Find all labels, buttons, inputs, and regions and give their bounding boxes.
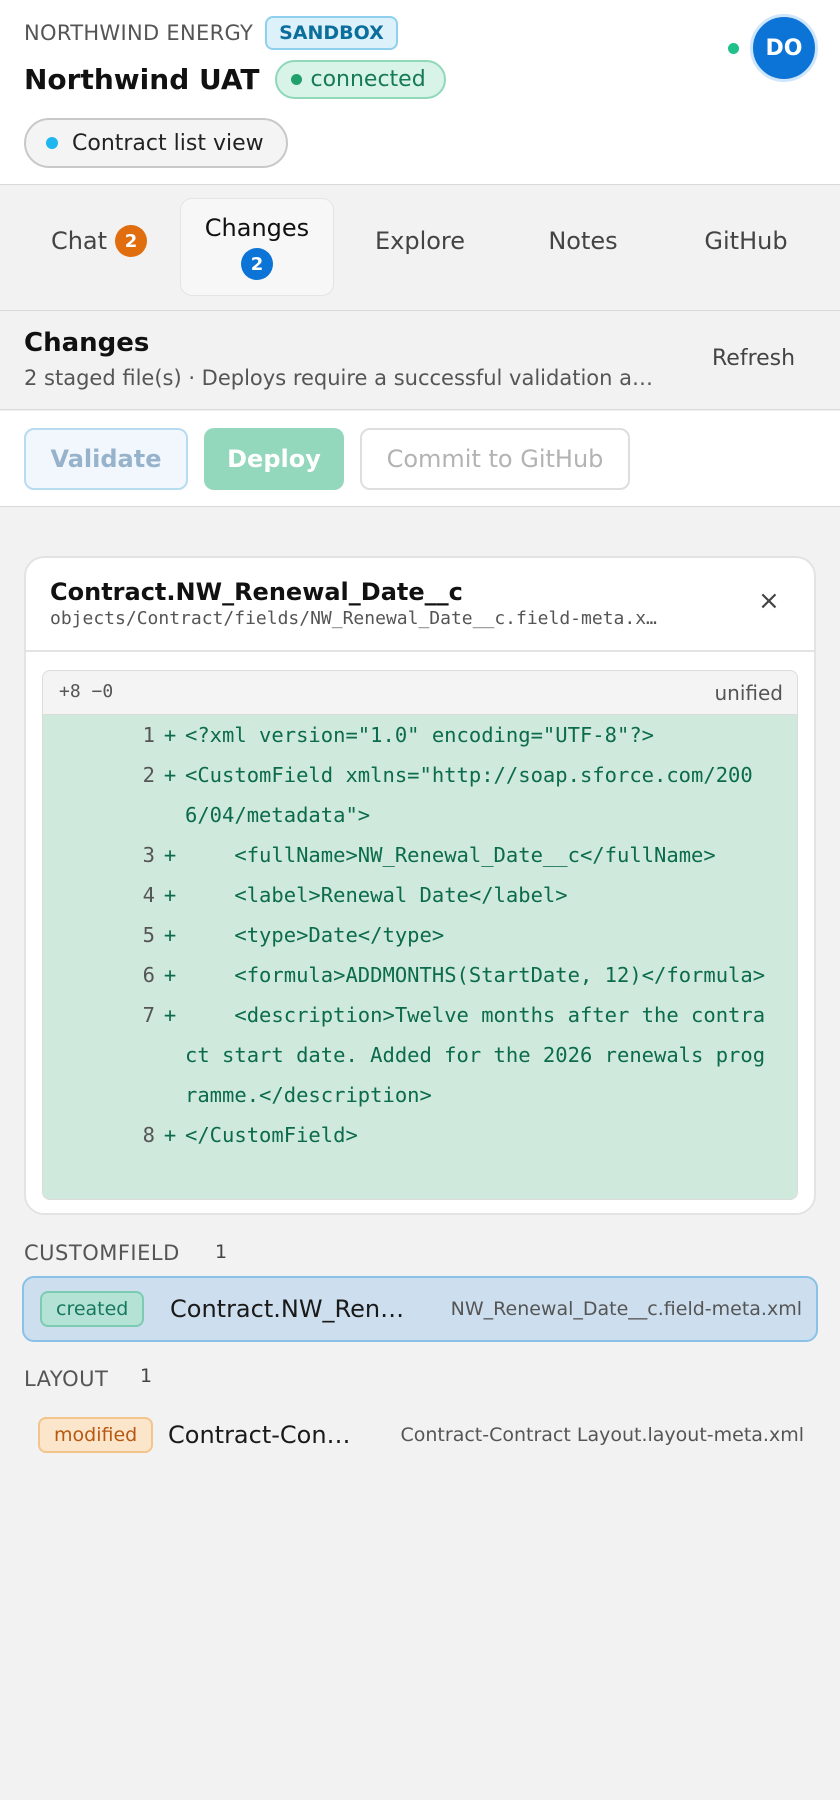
view-dot-icon — [46, 137, 58, 149]
tab-chat[interactable]: Chat 2 — [44, 186, 154, 296]
changes-title: Changes — [24, 328, 150, 358]
diff-line: 4 + <label>Renewal Date</label> — [43, 875, 797, 915]
line-number: 6 — [142, 963, 155, 987]
app-header: NORTHWIND ENERGY SANDBOX Northwind UAT c… — [0, 0, 840, 185]
changes-header: Changes 2 staged file(s) · Deploys requi… — [0, 312, 840, 410]
diff-file-title: Contract.NW_Renewal_Date__c — [50, 578, 463, 606]
diff-card-header: Contract.NW_Renewal_Date__c objects/Cont… — [26, 558, 814, 652]
group-count-layout: 1 — [140, 1365, 153, 1387]
org-row: NORTHWIND ENERGY SANDBOX — [24, 16, 398, 50]
tab-chat-label: Chat — [50, 227, 108, 255]
line-number: 3 — [142, 843, 155, 867]
added-sign: + — [163, 843, 177, 867]
tab-explore[interactable]: Explore — [360, 186, 480, 296]
presence-dot-icon — [728, 43, 739, 54]
file-row-layout[interactable]: modified Contract-Con… Contract-Contract… — [22, 1402, 818, 1468]
commit-to-github-button[interactable]: Commit to GitHub — [360, 428, 630, 490]
diff-line: 2 + <CustomField xmlns="http://soap.sfor… — [43, 755, 797, 835]
diff-card: Contract.NW_Renewal_Date__c objects/Cont… — [24, 556, 816, 1215]
diff-lines: 1 + <?xml version="1.0" encoding="UTF-8"… — [43, 715, 797, 1155]
tab-explore-label: Explore — [374, 227, 466, 255]
current-view-pill[interactable]: Contract list view — [24, 118, 288, 168]
tab-changes[interactable]: Changes 2 — [180, 198, 334, 296]
validate-button[interactable]: Validate — [24, 428, 188, 490]
connection-status-label: connected — [310, 67, 426, 92]
tab-notes[interactable]: Notes — [528, 186, 638, 296]
line-code: </CustomField> — [185, 1123, 358, 1147]
title-row: Northwind UAT connected — [24, 60, 446, 99]
added-sign: + — [163, 1003, 177, 1027]
tab-changes-label: Changes — [204, 214, 310, 242]
line-number: 1 — [142, 723, 155, 747]
added-sign: + — [163, 723, 177, 747]
close-icon[interactable]: × — [758, 586, 780, 616]
line-code: <type>Date</type> — [185, 923, 445, 947]
line-number: 7 — [142, 1003, 155, 1027]
diff-file-path: objects/Contract/fields/NW_Renewal_Date_… — [50, 608, 657, 629]
added-sign: + — [163, 1123, 177, 1147]
line-code: <label>Renewal Date</label> — [185, 883, 568, 907]
added-sign: + — [163, 963, 177, 987]
tab-github-label: GitHub — [704, 227, 788, 255]
diff-line: 7 + <description>Twelve months after the… — [43, 995, 797, 1115]
added-sign: + — [163, 763, 177, 787]
diff-meta-bar: +8 −0 unified — [43, 671, 797, 715]
refresh-button[interactable]: Refresh — [712, 346, 795, 371]
current-view-label: Contract list view — [72, 130, 264, 156]
line-number: 5 — [142, 923, 155, 947]
environment-badge: SANDBOX — [265, 16, 398, 50]
group-label-layout: LAYOUT — [24, 1367, 109, 1391]
file-status-badge: created — [40, 1291, 145, 1327]
diff-line: 1 + <?xml version="1.0" encoding="UTF-8"… — [43, 715, 797, 755]
file-name: Contract.NW_Ren… — [170, 1295, 405, 1323]
line-code: <description>Twelve months after the con… — [185, 1003, 766, 1107]
line-code: <CustomField xmlns="http://soap.sforce.c… — [185, 763, 753, 827]
org-name: NORTHWIND ENERGY — [24, 21, 254, 45]
diff-viewer: +8 −0 unified 1 + <?xml version="1.0" en… — [42, 670, 798, 1200]
diff-line: 8 + </CustomField> — [43, 1115, 797, 1155]
file-status-badge: modified — [38, 1417, 154, 1453]
line-code: <formula>ADDMONTHS(StartDate, 12)</formu… — [185, 963, 766, 987]
tab-github[interactable]: GitHub — [690, 186, 802, 296]
group-label-customfield: CUSTOMFIELD — [24, 1241, 180, 1265]
file-path: NW_Renewal_Date__c.field-meta.xml — [450, 1298, 802, 1320]
line-code: <?xml version="1.0" encoding="UTF-8"?> — [185, 723, 654, 747]
group-count-customfield: 1 — [215, 1241, 228, 1263]
tab-bar: Chat 2 Changes 2 Explore Notes GitHub — [0, 186, 840, 311]
tab-notes-label: Notes — [548, 227, 618, 255]
added-sign: + — [163, 883, 177, 907]
changes-count-badge: 2 — [241, 248, 273, 280]
line-number: 8 — [142, 1123, 155, 1147]
diff-stats: +8 −0 — [59, 681, 114, 702]
line-code: <fullName>NW_Renewal_Date__c</fullName> — [185, 843, 716, 867]
connection-status-badge: connected — [275, 60, 446, 99]
user-avatar[interactable]: DO — [750, 14, 818, 82]
connected-dot-icon — [291, 74, 303, 85]
line-number: 4 — [142, 883, 155, 907]
added-sign: + — [163, 923, 177, 947]
file-path: Contract-Contract Layout.layout-meta.xml — [400, 1424, 805, 1446]
environment-title: Northwind UAT — [24, 63, 260, 96]
action-bar: Validate Deploy Commit to GitHub — [0, 411, 840, 507]
line-number: 2 — [142, 763, 155, 787]
diff-mode-toggle[interactable]: unified — [714, 681, 783, 705]
diff-line: 5 + <type>Date</type> — [43, 915, 797, 955]
diff-line: 6 + <formula>ADDMONTHS(StartDate, 12)</f… — [43, 955, 797, 995]
file-name: Contract-Con… — [168, 1421, 351, 1449]
file-row-customfield[interactable]: created Contract.NW_Ren… NW_Renewal_Date… — [22, 1276, 818, 1342]
deploy-button[interactable]: Deploy — [204, 428, 344, 490]
chat-count-badge: 2 — [115, 225, 148, 257]
changes-subtitle: 2 staged file(s) · Deploys require a suc… — [24, 366, 653, 390]
diff-line: 3 + <fullName>NW_Renewal_Date__c</fullNa… — [43, 835, 797, 875]
